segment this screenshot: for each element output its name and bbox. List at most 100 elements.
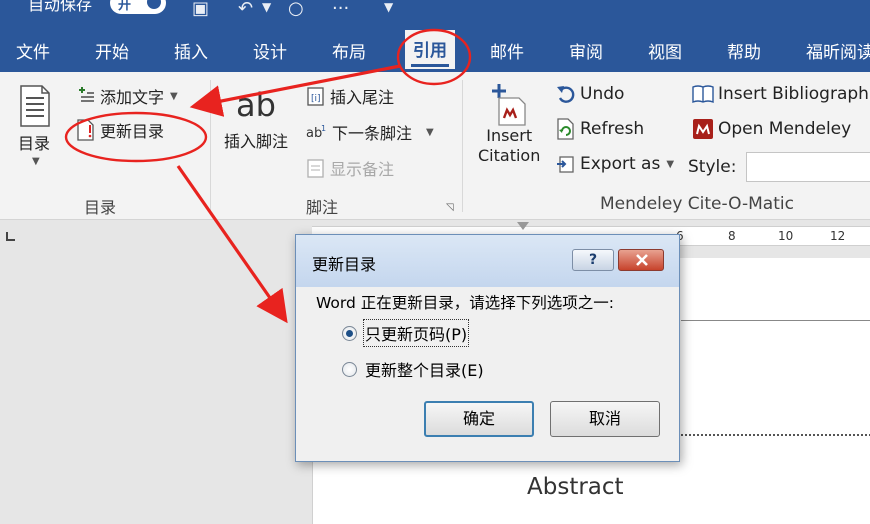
save-icon[interactable]: ▣ <box>192 0 209 19</box>
ribbon: 目录 ▼ 添加文字 ▼ 更新目录 目录 ab 插入脚注 [i] 插入尾注 ab … <box>0 72 870 220</box>
dialog-message: Word 正在更新目录，请选择下列选项之一: <box>316 294 614 312</box>
separator <box>462 80 463 212</box>
insert-endnote-button[interactable]: [i] 插入尾注 <box>306 84 394 108</box>
toc-icon <box>20 85 50 127</box>
insert-endnote-icon: [i] <box>307 87 324 106</box>
close-icon <box>636 254 648 266</box>
tab-design[interactable]: 设计 <box>253 38 287 63</box>
dialog-title-bar: 更新目录 ? <box>296 235 679 287</box>
undo-button[interactable]: Undo <box>556 84 624 104</box>
insert-citation-label-line2: Citation <box>478 146 541 165</box>
style-field-row: Style: <box>688 152 870 182</box>
separator <box>210 80 211 212</box>
tab-view[interactable]: 视图 <box>648 38 682 63</box>
ok-button[interactable]: 确定 <box>424 401 534 437</box>
tab-references[interactable]: 引用 <box>405 30 455 69</box>
style-label: Style: <box>688 157 737 177</box>
title-bar: 自动保存 开 ▣ ↶ ▼ ○ ··· ▼ <box>0 0 870 28</box>
insert-footnote-button[interactable]: ab 插入脚注 <box>224 86 288 152</box>
cancel-button[interactable]: 取消 <box>550 401 660 437</box>
export-dropdown-icon: ▼ <box>666 158 675 170</box>
help-button[interactable]: ? <box>572 249 614 271</box>
show-notes-icon <box>307 159 324 178</box>
redo-icon[interactable]: ○ <box>288 0 304 19</box>
ribbon-tabs: 文件 开始 插入 设计 布局 引用 邮件 审阅 视图 帮助 福昕阅读 <box>0 28 870 72</box>
next-footnote-icon: ab 1 <box>306 124 326 141</box>
undo-label: Undo <box>580 84 625 104</box>
tab-layout[interactable]: 布局 <box>332 38 366 63</box>
ruler-tick: 10 <box>778 229 794 243</box>
option-update-entire-label: 更新整个目录(E) <box>365 361 484 380</box>
style-input[interactable] <box>746 152 870 182</box>
option-update-pages[interactable]: 只更新页码(P) <box>342 319 470 347</box>
show-notes-button[interactable]: 显示备注 <box>306 156 394 180</box>
add-text-label: 添加文字 <box>100 88 165 107</box>
insert-footnote-label: 插入脚注 <box>224 132 289 151</box>
export-icon <box>557 156 574 173</box>
tab-review[interactable]: 审阅 <box>569 38 603 63</box>
radio-update-entire[interactable] <box>342 361 357 377</box>
tab-stop-selector[interactable] <box>6 232 15 241</box>
export-as-button[interactable]: Export as ▼ <box>556 154 674 174</box>
export-as-label: Export as <box>580 154 661 174</box>
next-footnote-button[interactable]: ab 1 下一条脚注 ▼ <box>306 120 434 144</box>
footnote-ab-icon: ab <box>236 86 276 124</box>
customize-qat-icon[interactable]: ▼ <box>384 0 393 14</box>
insert-bibliography-label: Insert Bibliograph <box>718 84 869 104</box>
insert-bibliography-button[interactable]: Insert Bibliograph <box>692 84 869 104</box>
more-icon[interactable]: ··· <box>332 0 349 19</box>
add-text-icon <box>79 87 94 102</box>
mendeley-group-label: Mendeley Cite-O-Matic <box>600 194 794 214</box>
toc-button[interactable]: 目录 ▼ <box>18 84 52 167</box>
add-text-dropdown-icon: ▼ <box>170 90 178 102</box>
insert-citation-label-line1: Insert <box>486 126 533 145</box>
undo-dropdown-icon[interactable]: ▼ <box>262 0 271 14</box>
refresh-icon <box>557 118 574 140</box>
toc-dropdown-icon: ▼ <box>32 156 40 167</box>
tab-file[interactable]: 文件 <box>16 38 50 63</box>
autosave-label: 自动保存 <box>28 0 93 14</box>
close-button[interactable] <box>618 249 664 271</box>
open-mendeley-button[interactable]: Open Mendeley <box>692 118 851 140</box>
toc-group-label: 目录 <box>84 198 117 217</box>
toc-entry-abstract: Abstract <box>527 474 624 500</box>
footnote-dialog-launcher-icon[interactable]: ◹ <box>446 202 454 213</box>
refresh-label: Refresh <box>580 119 645 139</box>
toc-leader-dots <box>681 434 870 436</box>
bibliography-icon <box>692 85 714 104</box>
open-mendeley-label: Open Mendeley <box>718 119 852 139</box>
update-toc-icon <box>77 119 94 141</box>
add-text-button[interactable]: 添加文字 ▼ <box>76 84 178 108</box>
update-toc-label: 更新目录 <box>100 122 165 141</box>
insert-endnote-label: 插入尾注 <box>330 88 395 107</box>
ruler-tick: 8 <box>728 229 736 243</box>
svg-text:ab: ab <box>306 126 322 141</box>
insert-citation-button[interactable]: Insert Citation <box>478 82 540 166</box>
option-update-entire[interactable]: 更新整个目录(E) <box>342 357 484 381</box>
undo-icon[interactable]: ↶ <box>238 0 253 19</box>
toc-button-label: 目录 <box>18 134 51 153</box>
footnote-group-label: 脚注 <box>306 198 339 217</box>
show-notes-label: 显示备注 <box>330 160 395 179</box>
undo-icon <box>557 86 575 103</box>
tab-home[interactable]: 开始 <box>95 38 129 63</box>
dialog-title: 更新目录 <box>312 255 377 274</box>
update-toc-button[interactable]: 更新目录 <box>76 118 164 142</box>
tab-insert[interactable]: 插入 <box>174 38 208 63</box>
indent-marker[interactable] <box>517 222 529 230</box>
update-toc-dialog: 更新目录 ? Word 正在更新目录，请选择下列选项之一: 只更新页码(P) 更… <box>295 234 680 462</box>
radio-update-pages[interactable] <box>342 325 357 341</box>
svg-text:[i]: [i] <box>311 94 321 104</box>
autosave-toggle[interactable]: 开 <box>110 0 166 14</box>
autosave-toggle-text: 开 <box>118 0 132 13</box>
tab-foxit[interactable]: 福昕阅读 <box>806 38 870 63</box>
tab-help[interactable]: 帮助 <box>727 38 761 63</box>
next-footnote-label: 下一条脚注 <box>332 124 413 143</box>
tab-mailings[interactable]: 邮件 <box>490 38 524 63</box>
mendeley-icon <box>693 119 713 139</box>
insert-citation-icon <box>492 84 526 126</box>
svg-text:1: 1 <box>321 124 326 133</box>
refresh-button[interactable]: Refresh <box>556 118 644 140</box>
next-footnote-dropdown-icon: ▼ <box>426 126 434 138</box>
option-update-pages-label: 只更新页码(P) <box>362 319 470 347</box>
